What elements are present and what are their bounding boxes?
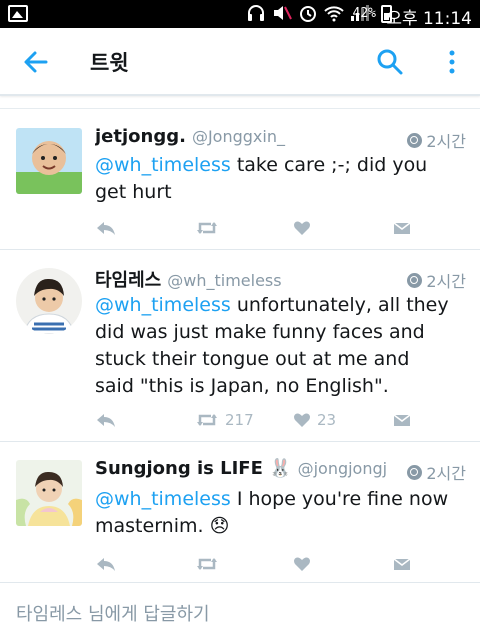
status-bar: 42% 오후 11:14 bbox=[0, 0, 480, 29]
author-handle[interactable]: @jongjongjo... bbox=[298, 459, 388, 478]
reply-input[interactable]: 타임레스 님에게 답글하기 bbox=[0, 582, 480, 640]
mention-link[interactable]: @wh_timeless bbox=[95, 488, 231, 510]
reply-placeholder: 타임레스 님에게 답글하기 bbox=[16, 604, 210, 625]
more-vert-icon[interactable] bbox=[444, 48, 460, 76]
tweet-text: @wh_timeless unfortunately, all they did… bbox=[95, 292, 452, 400]
retweet-icon[interactable] bbox=[195, 218, 225, 238]
like-icon[interactable]: 23 bbox=[293, 410, 336, 430]
search-icon[interactable] bbox=[376, 48, 404, 76]
author-handle[interactable]: @wh_timeless bbox=[167, 271, 281, 290]
dm-icon[interactable] bbox=[392, 218, 412, 238]
retweet-icon[interactable]: 217 bbox=[195, 410, 254, 430]
status-clock: 오후 11:14 bbox=[386, 9, 472, 29]
tweet-actions bbox=[95, 554, 425, 574]
tweet-actions: 217 23 bbox=[95, 410, 425, 430]
reply-icon[interactable] bbox=[95, 410, 117, 430]
retweet-count: 217 bbox=[225, 411, 254, 429]
reply-icon[interactable] bbox=[95, 554, 117, 574]
avatar[interactable] bbox=[16, 128, 82, 194]
tweet-text: @wh_timeless take care ;-; did you get h… bbox=[95, 152, 452, 206]
tweet-item[interactable]: Sungjong is LIFE 🐰 @jongjongjo... 2시간 @wh… bbox=[0, 442, 480, 582]
wifi-icon bbox=[324, 4, 344, 27]
like-icon[interactable] bbox=[293, 218, 317, 238]
tweet-item[interactable]: 타임레스 @wh_timeless 2시간 @wh_timeless unfort… bbox=[0, 250, 480, 442]
tweet-time: 2시간 bbox=[407, 460, 466, 484]
dm-icon[interactable] bbox=[392, 410, 412, 430]
tweet-header: Sungjong is LIFE 🐰 @jongjongjo... bbox=[95, 458, 388, 484]
author-name[interactable]: Sungjong is LIFE 🐰 bbox=[95, 458, 292, 479]
mention-link[interactable]: @wh_timeless bbox=[95, 154, 231, 176]
avatar[interactable] bbox=[16, 268, 82, 334]
divider bbox=[0, 108, 480, 109]
dm-icon[interactable] bbox=[392, 554, 412, 574]
globe-icon bbox=[407, 132, 423, 148]
retweet-icon[interactable] bbox=[195, 554, 225, 574]
tweet-actions bbox=[95, 218, 425, 238]
tweet-text: @wh_timeless I hope you're fine now mast… bbox=[95, 486, 452, 540]
alarm-icon bbox=[298, 4, 318, 27]
tweet-item[interactable]: jetjongg. @Jonggxin_ 2시간 @wh_timeless tak… bbox=[0, 110, 480, 250]
battery-percent: 42% bbox=[352, 6, 376, 21]
headphones-icon bbox=[246, 4, 266, 27]
tweet-time: 2시간 bbox=[407, 128, 466, 152]
globe-icon bbox=[407, 464, 423, 480]
like-count: 23 bbox=[317, 411, 337, 429]
reply-icon[interactable] bbox=[95, 218, 117, 238]
like-icon[interactable] bbox=[293, 554, 317, 574]
tweet-time: 2시간 bbox=[407, 268, 466, 292]
globe-icon bbox=[407, 272, 423, 288]
gallery-icon bbox=[8, 5, 28, 22]
time-label: 2시간 bbox=[426, 272, 466, 291]
mute-icon bbox=[272, 4, 292, 27]
status-icons bbox=[246, 4, 370, 27]
author-name[interactable]: 타임레스 bbox=[95, 270, 161, 291]
mention-link[interactable]: @wh_timeless bbox=[95, 294, 231, 316]
app-bar: 트윗 bbox=[0, 28, 480, 96]
author-handle[interactable]: @Jonggxin_ bbox=[192, 127, 285, 146]
author-name[interactable]: jetjongg. bbox=[95, 126, 186, 147]
page-title: 트윗 bbox=[90, 51, 129, 75]
back-arrow-icon[interactable] bbox=[22, 48, 50, 76]
avatar[interactable] bbox=[16, 460, 82, 526]
time-label: 2시간 bbox=[426, 132, 466, 151]
time-label: 2시간 bbox=[426, 464, 466, 483]
